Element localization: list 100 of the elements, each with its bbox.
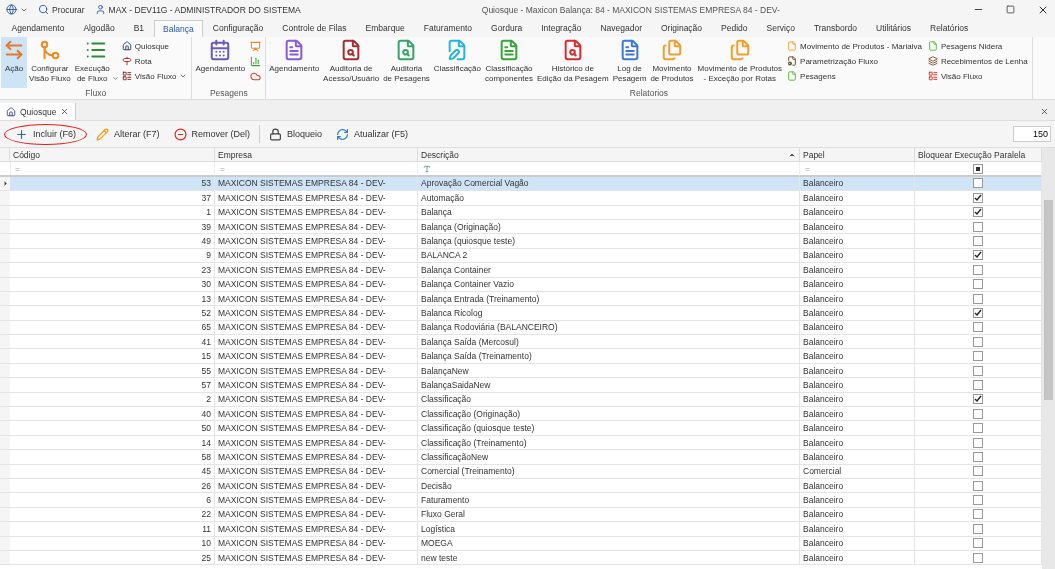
checkbox[interactable] — [973, 365, 983, 376]
checkbox[interactable] — [973, 509, 983, 520]
ribbon-tab[interactable]: Utilitários — [866, 19, 921, 37]
column-header[interactable]: Papel — [800, 148, 915, 163]
checkbox[interactable] — [973, 480, 983, 491]
filter-checkbox[interactable] — [973, 163, 983, 174]
house-icon — [121, 41, 132, 51]
checkbox[interactable] — [973, 437, 983, 448]
ribbon-tab[interactable]: Relatórios — [920, 19, 978, 37]
search-icon — [38, 4, 49, 15]
window-title: Quiosque - Maxicon Balança: 84 - MAXICON SISTEMAS EMPRESA 84 - DEV- — [480, 4, 781, 15]
search-button[interactable]: Procurar — [38, 4, 85, 15]
scrollbar-thumb[interactable] — [1044, 200, 1053, 400]
ribbon-small-button[interactable]: Recebimentos de Lenha — [927, 55, 1028, 67]
checkbox[interactable] — [973, 423, 983, 434]
checkbox[interactable] — [973, 293, 983, 304]
ribbon-button[interactable]: Ação — [1, 37, 27, 88]
globe-icon[interactable] — [6, 4, 17, 15]
ribbon-tab[interactable]: Transbordo — [804, 19, 867, 37]
checkbox[interactable] — [973, 192, 983, 203]
ribbon-tab[interactable]: Navegador — [590, 19, 652, 37]
ribbon-tab[interactable]: Embarque — [356, 19, 415, 37]
checkbox[interactable] — [973, 523, 983, 534]
column-header[interactable]: Empresa — [215, 148, 418, 163]
refresh-icon — [336, 127, 350, 141]
ribbon-tab[interactable]: Controle de Filas — [272, 19, 357, 37]
ribbon-tab[interactable]: Serviço — [757, 19, 805, 37]
ribbon-small-button[interactable]: Visão Fluxo — [927, 70, 1028, 82]
ribbon-tab[interactable]: Algodão — [73, 19, 125, 37]
ribbon-tab[interactable]: Balança — [153, 20, 204, 37]
ribbon-button[interactable]: Histórico de Edição da Pesagem — [535, 37, 611, 88]
ribbon-tab[interactable]: Configuração — [203, 19, 273, 37]
ribbon-button[interactable]: Configurar Visão Fluxo — [27, 37, 73, 88]
ribbon-tab[interactable]: Gordura — [481, 19, 532, 37]
ribbon-button[interactable]: Classificação componentes — [483, 37, 535, 88]
user-icon — [94, 4, 106, 15]
table-cell: MAXICON SISTEMAS EMPRESA 84 - DEV- — [215, 378, 418, 393]
ribbon-tab[interactable]: Pedido — [711, 19, 758, 37]
table-cell: MAXICON SISTEMAS EMPRESA 84 - DEV- — [215, 450, 418, 465]
ribbon-button[interactable]: Auditoria de Acesso/Usuário — [321, 37, 382, 88]
flow-icon — [38, 39, 61, 61]
table-cell: Balanceiro — [800, 349, 915, 364]
ribbon-small-button[interactable]: Quiosque — [121, 40, 188, 52]
checkbox[interactable] — [973, 207, 983, 218]
table-cell: 52 — [10, 306, 215, 321]
ribbon-small-button[interactable]: Parametrização Fluxo — [787, 55, 922, 67]
checkbox[interactable] — [973, 466, 983, 477]
checkbox[interactable] — [973, 394, 983, 405]
ribbon-button[interactable]: Classificação — [431, 37, 483, 88]
plus-icon — [15, 127, 28, 141]
checkbox[interactable] — [973, 221, 983, 232]
ribbon-tab[interactable]: Integração — [531, 19, 591, 37]
ribbon-button[interactable]: Auditoria de Pesagens — [381, 37, 432, 88]
checkbox[interactable] — [973, 351, 983, 362]
toolbar-button[interactable]: Atualizar (F5) — [331, 124, 414, 144]
restore-icon[interactable] — [1006, 5, 1015, 14]
user-label: MAX - DEV11G - ADMINISTRADOR DO SISTEMA — [108, 4, 301, 15]
table-cell: 40 — [10, 407, 215, 422]
ribbon-button[interactable]: Movimento de Produtos — [648, 37, 696, 88]
text-filter-icon[interactable] — [423, 164, 431, 173]
ribbon-small-button[interactable]: Pesagens — [787, 70, 922, 82]
ribbon-tab[interactable]: Agendamento — [2, 19, 74, 37]
scrollbar[interactable] — [1042, 148, 1055, 569]
checkbox[interactable] — [973, 322, 983, 333]
checkbox[interactable] — [973, 264, 983, 275]
checkbox[interactable] — [973, 308, 983, 318]
ribbon-button[interactable]: Movimento de Produtos - Exceção por Rotas — [695, 37, 785, 88]
checkbox[interactable] — [973, 538, 983, 549]
ribbon-tab[interactable]: Faturamento — [414, 19, 482, 37]
ribbon-small-button[interactable]: Visão Fluxo — [121, 70, 188, 82]
list-icon — [121, 71, 132, 81]
toolbar-button[interactable]: Remover (Del) — [168, 124, 256, 144]
close-icon[interactable] — [1040, 107, 1049, 116]
checkbox[interactable] — [973, 451, 983, 462]
page-size-field[interactable]: 150 — [1013, 126, 1051, 142]
checkbox[interactable] — [973, 552, 983, 563]
ribbon-button[interactable]: Agendamento — [267, 37, 322, 88]
column-header[interactable]: Código — [10, 148, 215, 163]
checkbox[interactable] — [973, 279, 983, 290]
checkbox[interactable] — [973, 379, 983, 390]
column-header[interactable]: Descrição — [418, 148, 800, 163]
checkbox[interactable] — [973, 408, 983, 419]
checkbox[interactable] — [973, 495, 983, 506]
checkbox[interactable] — [973, 178, 983, 189]
ribbon-tab[interactable]: B1 — [124, 19, 154, 37]
close-icon[interactable] — [60, 107, 70, 116]
toolbar-button[interactable]: Bloqueio — [264, 124, 328, 144]
ribbon-button[interactable]: Agendamento — [193, 37, 248, 88]
checkbox[interactable] — [973, 336, 983, 347]
column-header[interactable]: Bloquear Execução Paralela — [915, 148, 1042, 163]
toolbar-button[interactable]: Alterar (F7) — [91, 124, 165, 144]
document-tab[interactable]: Quiosque — [0, 103, 77, 120]
ribbon-small-button[interactable]: Rota — [121, 55, 188, 67]
ribbon-button[interactable]: Log de Pesagem — [610, 37, 649, 88]
checkbox[interactable] — [973, 250, 983, 261]
ribbon-small-button[interactable]: Movimento de Produtos - Marialva — [787, 40, 922, 52]
ribbon-small-button[interactable]: Pesagens Nidera — [927, 40, 1028, 52]
ribbon-button[interactable]: Execução de Fluxo — [72, 37, 119, 88]
ribbon-tab[interactable]: Originação — [651, 19, 712, 37]
checkbox[interactable] — [973, 236, 983, 247]
